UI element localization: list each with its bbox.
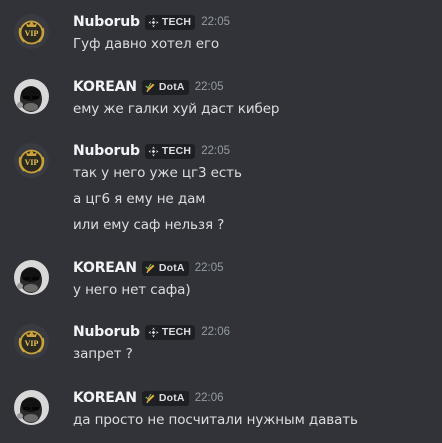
- timestamp[interactable]: 22:05: [195, 81, 224, 93]
- guild-tag-label: DotA: [158, 392, 185, 404]
- username[interactable]: Nuborub: [73, 324, 140, 340]
- username[interactable]: Nuborub: [73, 143, 140, 159]
- message-text: а цг6 я ему не дам: [73, 191, 206, 207]
- timestamp[interactable]: 22:05: [201, 145, 230, 157]
- guild-tag[interactable]: DotA: [141, 260, 189, 276]
- guild-tag[interactable]: TECH: [144, 14, 196, 30]
- photo-avatar-icon: [14, 260, 49, 295]
- message-header: Nuborub TECH 22:05: [73, 141, 230, 161]
- photo-avatar-icon: [14, 390, 49, 425]
- message-text: так у него уже цг3 есть: [73, 165, 242, 181]
- pencil-icon: [145, 82, 156, 93]
- message-text: Гуф давно хотел его: [73, 36, 220, 52]
- vip-badge-icon: VIP: [14, 14, 49, 49]
- diamond-move-icon: [148, 327, 159, 338]
- pencil-icon: [145, 393, 156, 404]
- message-text: у него нет сафа): [73, 282, 191, 298]
- pencil-icon: [145, 263, 156, 274]
- diamond-move-icon: [148, 17, 159, 28]
- timestamp[interactable]: 22:06: [201, 326, 230, 338]
- guild-tag[interactable]: DotA: [141, 79, 189, 95]
- username[interactable]: KOREAN: [73, 260, 137, 276]
- message-text: запрет ?: [73, 346, 133, 362]
- avatar[interactable]: [14, 260, 49, 295]
- guild-tag-label: TECH: [161, 145, 192, 157]
- diamond-move-icon: [148, 146, 159, 157]
- guild-tag-label: TECH: [161, 326, 192, 338]
- guild-tag-label: DotA: [158, 262, 185, 274]
- avatar[interactable]: VIP: [14, 143, 49, 178]
- avatar[interactable]: [14, 390, 49, 425]
- message-header: KOREAN DotA 22:05: [73, 258, 224, 278]
- message-header: KOREAN DotA 22:05: [73, 77, 224, 97]
- photo-avatar-icon: [14, 79, 49, 114]
- svg-text:VIP: VIP: [25, 158, 39, 167]
- svg-text:VIP: VIP: [25, 339, 39, 348]
- timestamp[interactable]: 22:05: [201, 16, 230, 28]
- chat-message-list: VIP Nuborub TECH 22:05 Гуф давно хотел е…: [0, 0, 442, 443]
- guild-tag[interactable]: DotA: [141, 390, 189, 406]
- guild-tag-label: DotA: [158, 81, 185, 93]
- message-header: Nuborub TECH 22:06: [73, 322, 230, 342]
- timestamp[interactable]: 22:06: [195, 392, 224, 404]
- username[interactable]: KOREAN: [73, 79, 137, 95]
- avatar[interactable]: VIP: [14, 14, 49, 49]
- guild-tag[interactable]: TECH: [144, 143, 196, 159]
- message-text: да просто не посчитали нужным давать: [73, 412, 358, 428]
- message-header: KOREAN DotA 22:06: [73, 388, 224, 408]
- avatar[interactable]: [14, 79, 49, 114]
- message-header: Nuborub TECH 22:05: [73, 12, 230, 32]
- message-text: или ему саф нельзя ?: [73, 217, 225, 233]
- timestamp[interactable]: 22:05: [195, 262, 224, 274]
- svg-text:VIP: VIP: [25, 29, 39, 38]
- vip-badge-icon: VIP: [14, 324, 49, 359]
- username[interactable]: Nuborub: [73, 14, 140, 30]
- guild-tag-label: TECH: [161, 16, 192, 28]
- vip-badge-icon: VIP: [14, 143, 49, 178]
- avatar[interactable]: VIP: [14, 324, 49, 359]
- message-text: ему же галки хуй даст кибер: [73, 101, 280, 117]
- username[interactable]: KOREAN: [73, 390, 137, 406]
- guild-tag[interactable]: TECH: [144, 324, 196, 340]
